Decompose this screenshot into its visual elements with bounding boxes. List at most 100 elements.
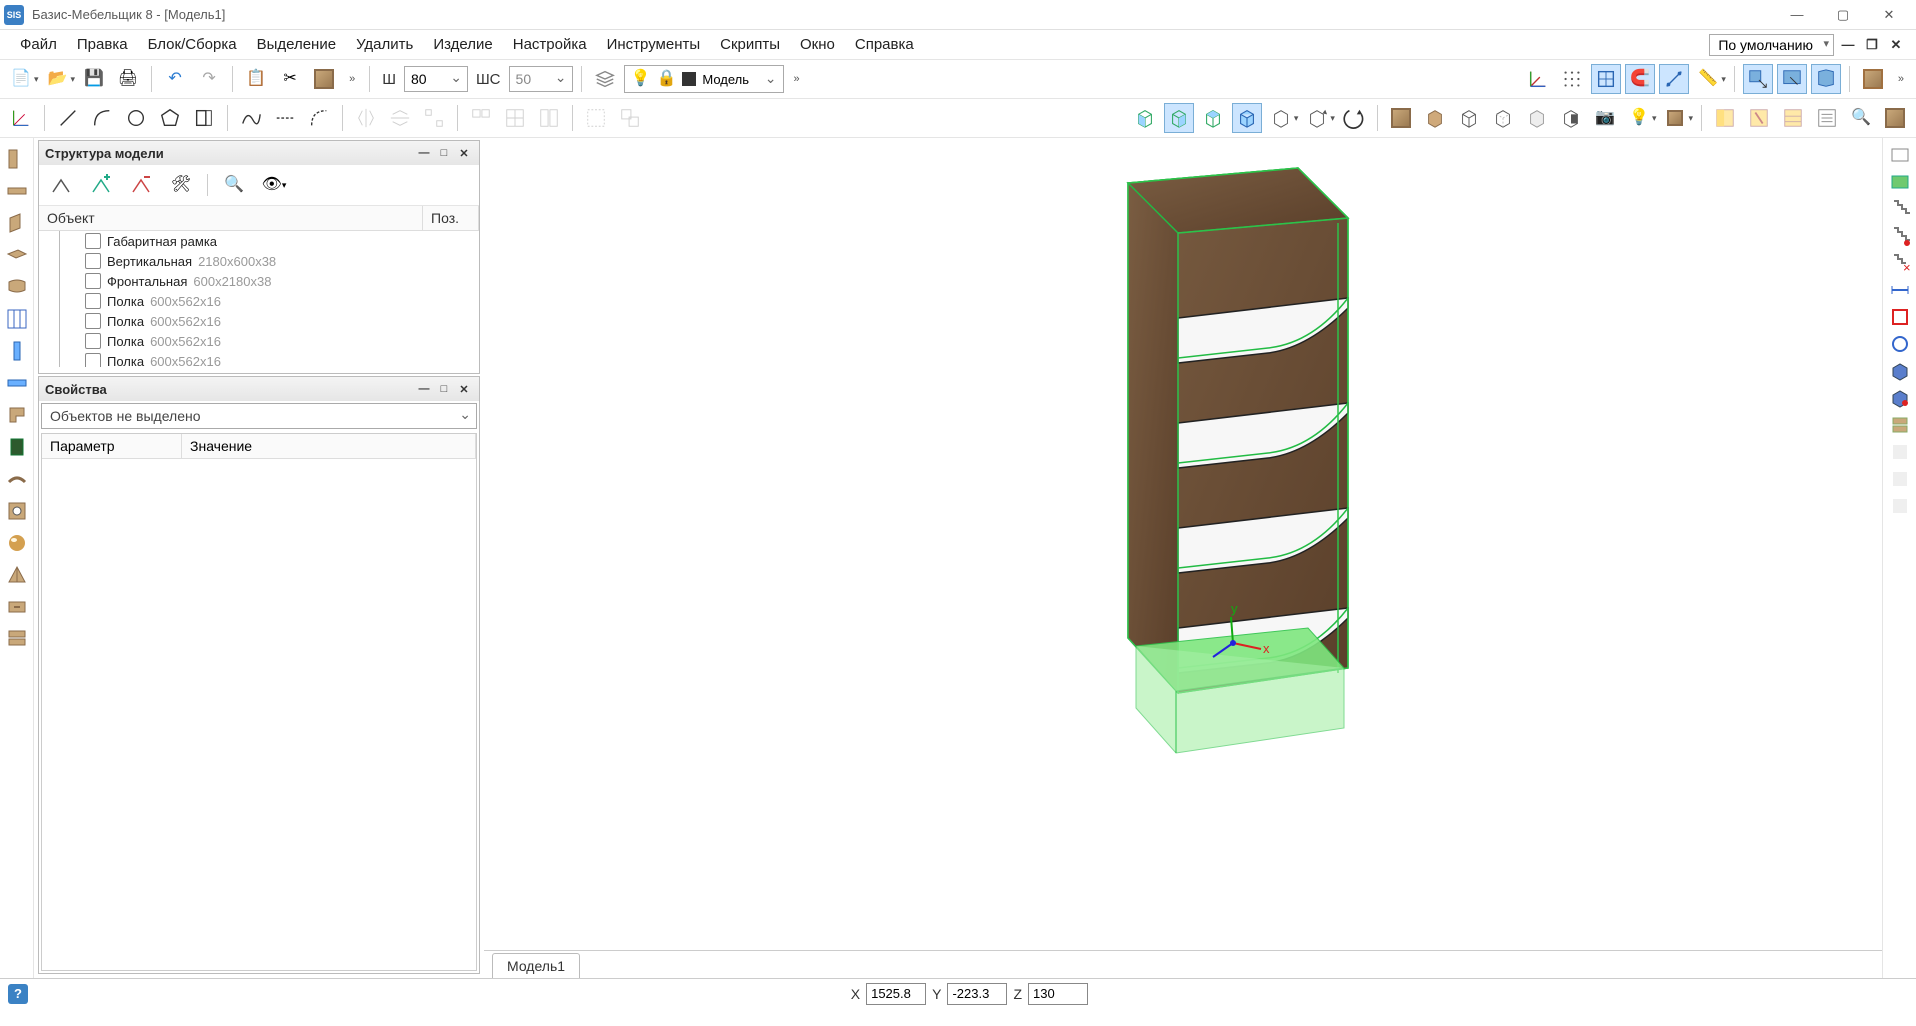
rt-screw-1-icon[interactable] (1889, 198, 1911, 223)
rt-button-1[interactable] (1889, 144, 1911, 169)
tree-tools-icon[interactable]: 🛠 (167, 171, 195, 199)
stack-icon[interactable] (3, 624, 31, 654)
panel-grid-button[interactable] (1778, 103, 1808, 133)
menu-selection[interactable]: Выделение (247, 32, 346, 57)
mdi-restore[interactable]: ❐ (1862, 35, 1882, 55)
box-button[interactable] (1880, 103, 1910, 133)
redo-button[interactable]: ↷ (194, 64, 224, 94)
package-button[interactable] (1660, 103, 1690, 133)
close-button[interactable]: ✕ (1866, 0, 1912, 30)
grid-icon[interactable] (1557, 64, 1587, 94)
edge-icon[interactable] (3, 464, 31, 494)
panel-close[interactable]: ✕ (455, 381, 473, 397)
h-divider-icon[interactable] (3, 368, 31, 398)
panel-vert-icon[interactable] (3, 144, 31, 174)
snap-enable-button[interactable] (1591, 64, 1621, 94)
save-button[interactable]: 💾 (79, 64, 109, 94)
rect-button[interactable] (189, 103, 219, 133)
panel-shelf-icon[interactable] (3, 240, 31, 270)
multi-panel-icon[interactable] (3, 304, 31, 334)
view-front[interactable] (1130, 103, 1160, 133)
help-icon[interactable]: ? (8, 984, 28, 1004)
panel-max[interactable]: □ (435, 145, 453, 161)
workspace-combo[interactable]: По умолчанию (1709, 34, 1834, 56)
group-button[interactable] (581, 103, 611, 133)
cut-button[interactable]: ✂ (275, 64, 305, 94)
open-button[interactable]: 📂 (43, 64, 73, 94)
tree-add-icon[interactable] (87, 171, 115, 199)
zoom-fit-button[interactable]: 🔍 (1846, 103, 1876, 133)
undo-button[interactable]: ↶ (160, 64, 190, 94)
menu-product[interactable]: Изделие (423, 32, 502, 57)
shade-partial[interactable] (1556, 103, 1586, 133)
maximize-button[interactable]: ▢ (1820, 0, 1866, 30)
panel-front-icon[interactable] (3, 208, 31, 238)
tree-del-icon[interactable] (127, 171, 155, 199)
rt-screw-3-icon[interactable]: × (1889, 252, 1911, 277)
rt-dim-icon[interactable] (1889, 279, 1911, 304)
toolbar-overflow-3[interactable]: » (1892, 73, 1910, 85)
overlap-input[interactable] (509, 66, 573, 92)
rt-red-rect-icon[interactable] (1889, 306, 1911, 331)
tree-header-pos[interactable]: Поз. (423, 206, 479, 230)
doc-tab[interactable]: Модель1 (492, 953, 580, 978)
view-custom[interactable] (1266, 103, 1296, 133)
spline-button[interactable] (236, 103, 266, 133)
tree-search-icon[interactable]: 🔍 (220, 171, 248, 199)
shade-hidden[interactable] (1488, 103, 1518, 133)
grid-3-button[interactable] (534, 103, 564, 133)
tree-visibility-icon[interactable]: 👁▾ (260, 171, 288, 199)
new-doc-button[interactable]: 📄 (6, 64, 36, 94)
line-button[interactable] (53, 103, 83, 133)
view-iso[interactable] (1232, 103, 1262, 133)
arc-button[interactable] (87, 103, 117, 133)
snap-endpoint-button[interactable] (1659, 64, 1689, 94)
ucs-button[interactable] (6, 103, 36, 133)
menu-scripts[interactable]: Скрипты (710, 32, 790, 57)
rt-stack-icon[interactable] (1889, 414, 1911, 439)
select-mode-1[interactable] (1743, 64, 1773, 94)
menu-delete[interactable]: Удалить (346, 32, 423, 57)
mirror-v-button[interactable] (385, 103, 415, 133)
rt-blue-ring-icon[interactable] (1889, 333, 1911, 358)
toolbar-overflow-2[interactable]: » (788, 73, 806, 85)
hole-icon[interactable] (3, 496, 31, 526)
assembly-icon[interactable] (1858, 64, 1888, 94)
layer-icon[interactable] (590, 64, 620, 94)
shade-solid[interactable] (1420, 103, 1450, 133)
magnet-button[interactable]: 🧲 (1625, 64, 1655, 94)
grid-2-button[interactable] (500, 103, 530, 133)
print-button[interactable]: 🖨 (113, 64, 143, 94)
menu-block[interactable]: Блок/Сборка (138, 32, 247, 57)
properties-grid[interactable]: Параметр Значение (41, 433, 477, 971)
coord-x-input[interactable] (866, 983, 926, 1005)
panel-props-button[interactable] (1744, 103, 1774, 133)
width-input[interactable] (404, 66, 468, 92)
dash-line-button[interactable] (270, 103, 300, 133)
array-button[interactable] (419, 103, 449, 133)
copy-button[interactable]: 📋 (241, 64, 271, 94)
tree-body[interactable]: Габаритная рамка Вертикальная2180x600x38… (39, 231, 479, 367)
door-icon[interactable] (3, 432, 31, 462)
v-divider-icon[interactable] (3, 336, 31, 366)
coord-z-input[interactable] (1028, 983, 1088, 1005)
menu-edit[interactable]: Правка (67, 32, 138, 57)
panel-horiz-icon[interactable] (3, 176, 31, 206)
view-left[interactable] (1164, 103, 1194, 133)
rt-box-1-icon[interactable] (1889, 360, 1911, 385)
tree-collapse-icon[interactable] (47, 171, 75, 199)
pyramid-icon[interactable] (3, 560, 31, 590)
ruler-button[interactable]: 📏 (1693, 64, 1723, 94)
rt-button-2[interactable] (1889, 171, 1911, 196)
mdi-minimize[interactable]: — (1838, 35, 1858, 55)
cabinet-icon[interactable] (309, 64, 339, 94)
profile-icon[interactable] (3, 400, 31, 430)
rt-screw-2-icon[interactable] (1889, 225, 1911, 250)
polygon-button[interactable] (155, 103, 185, 133)
sphere-icon[interactable] (3, 528, 31, 558)
panel-struct-button[interactable] (1710, 103, 1740, 133)
grid-1-button[interactable] (466, 103, 496, 133)
menu-file[interactable]: Файл (10, 32, 67, 57)
tree-header-object[interactable]: Объект (39, 206, 423, 230)
panel-minimize[interactable]: — (415, 145, 433, 161)
